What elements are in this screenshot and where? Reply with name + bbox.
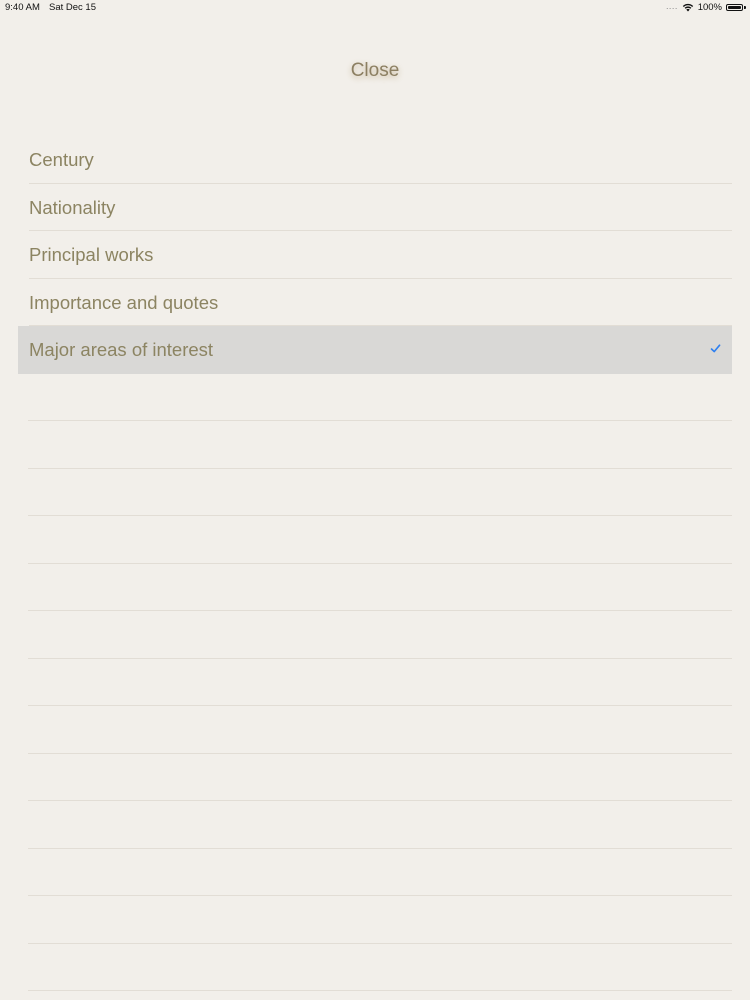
list-item-label: Major areas of interest <box>29 339 214 360</box>
empty-row <box>28 516 732 564</box>
empty-row <box>28 421 732 469</box>
signal-dots-icon: ···· <box>665 2 678 13</box>
list-item-label: Importance and quotes <box>29 291 219 313</box>
list-item-century[interactable]: Century <box>18 136 732 184</box>
battery-tip <box>744 6 746 9</box>
empty-row <box>28 564 732 611</box>
list-item-nationality[interactable]: Nationality <box>18 184 732 232</box>
empty-row <box>28 374 732 421</box>
close-button[interactable]: Close <box>0 60 750 82</box>
list-item-label: Principal works <box>29 244 154 265</box>
status-bar: 9:40 AM Sat Dec 15 ···· 100% <box>0 0 750 16</box>
empty-row <box>28 896 732 944</box>
list-item-importance-and-quotes[interactable]: Importance and quotes <box>18 279 732 327</box>
empty-row <box>28 754 732 801</box>
checkmark-icon <box>710 344 721 353</box>
empty-row <box>28 801 732 849</box>
empty-row <box>28 469 732 516</box>
empty-row <box>28 611 732 659</box>
list-item-label: Century <box>29 149 94 170</box>
list-item-major-areas-of-interest[interactable]: Major areas of interest <box>18 326 732 374</box>
status-time: 9:40 AM <box>5 2 40 13</box>
battery-icon <box>726 4 743 11</box>
empty-row <box>28 849 732 896</box>
list-item-principal-works[interactable]: Principal works <box>18 231 732 279</box>
status-indicators: ···· 100% <box>666 2 746 13</box>
battery-percent: 100% <box>697 2 722 13</box>
empty-row <box>28 659 732 706</box>
empty-row <box>28 944 732 991</box>
list-item-label: Nationality <box>29 196 116 218</box>
status-date: Sat Dec 15 <box>49 2 96 13</box>
empty-row <box>28 706 732 754</box>
options-list: Century Nationality Principal works Impo… <box>18 136 732 991</box>
wifi-icon <box>682 3 693 12</box>
